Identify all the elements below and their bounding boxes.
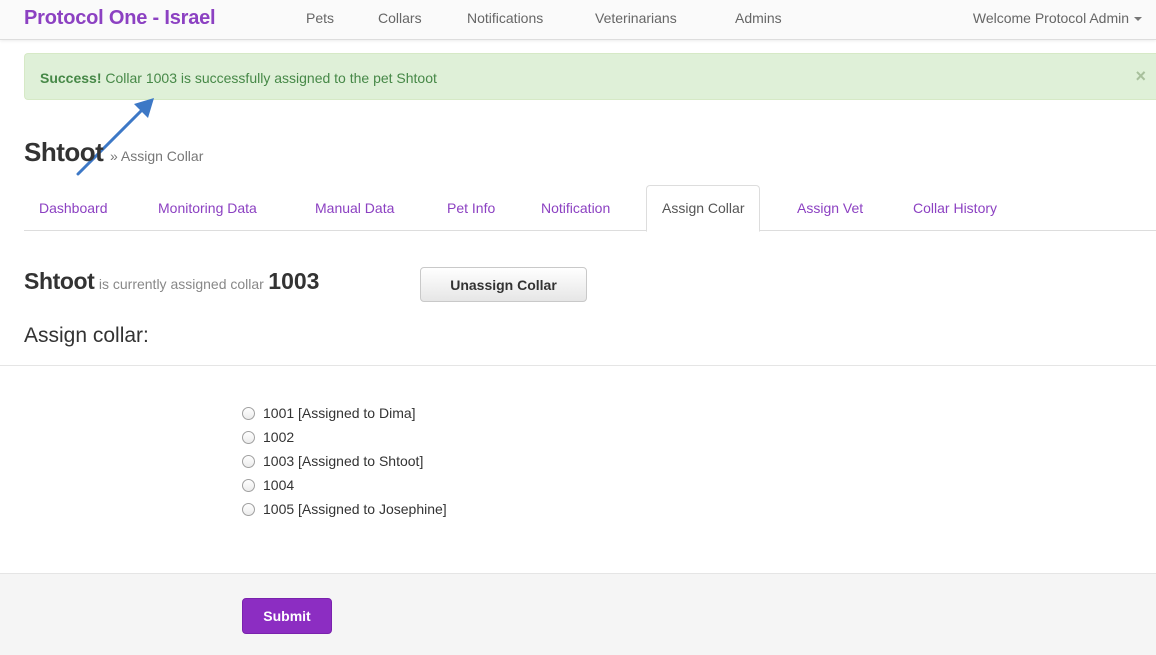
tab-collar-history[interactable]: Collar History: [898, 185, 1012, 231]
alert-message: Collar 1003 is successfully assigned to …: [101, 70, 437, 86]
assigned-pet-name: Shtoot: [24, 268, 95, 294]
collar-option-1001[interactable]: 1001 [Assigned to Dima]: [242, 401, 447, 425]
radio-button[interactable]: [242, 502, 255, 516]
tab-monitoring-data[interactable]: Monitoring Data: [143, 185, 272, 231]
collar-option-1002[interactable]: 1002: [242, 425, 447, 449]
alert-strong: Success!: [40, 70, 102, 86]
page-title: Shtoot » Assign Collar: [24, 139, 203, 166]
nav-link-notifications[interactable]: Notifications: [467, 10, 543, 26]
collar-option-1003[interactable]: 1003 [Assigned to Shtoot]: [242, 449, 447, 473]
tab-pet-info[interactable]: Pet Info: [432, 185, 510, 231]
collar-option-label: 1002: [263, 429, 295, 445]
assigned-collar-number: 1003: [268, 268, 320, 294]
assignment-text: is currently assigned collar: [98, 276, 264, 292]
success-alert: Success! Collar 1003 is successfully ass…: [24, 53, 1156, 100]
unassign-collar-button[interactable]: Unassign Collar: [420, 267, 587, 302]
tab-assign-collar[interactable]: Assign Collar: [646, 185, 761, 232]
caret-down-icon: [1134, 17, 1142, 22]
nav-link-admins[interactable]: Admins: [735, 10, 782, 26]
nav-link-collars[interactable]: Collars: [378, 10, 422, 26]
tab-assign-vet[interactable]: Assign Vet: [782, 185, 878, 231]
collar-option-label: 1003 [Assigned to Shtoot]: [263, 453, 424, 469]
page-subtitle: » Assign Collar: [109, 148, 204, 164]
tab-notification[interactable]: Notification: [526, 185, 625, 231]
collar-option-label: 1004: [263, 477, 295, 493]
radio-button[interactable]: [242, 406, 255, 420]
page-title-pet-name: Shtoot: [24, 137, 104, 167]
assign-collar-heading: Assign collar:: [24, 324, 149, 347]
radio-button[interactable]: [242, 430, 255, 444]
collar-option-1005[interactable]: 1005 [Assigned to Josephine]: [242, 497, 447, 521]
pet-tabs: Dashboard Monitoring Data Manual Data Pe…: [24, 185, 1156, 232]
tab-dashboard[interactable]: Dashboard: [24, 185, 123, 231]
radio-button[interactable]: [242, 454, 255, 468]
close-icon[interactable]: ×: [1135, 67, 1146, 85]
brand-logo[interactable]: Protocol One - Israel: [24, 7, 216, 30]
submit-button[interactable]: Submit: [242, 598, 332, 634]
nav-link-pets[interactable]: Pets: [306, 10, 334, 26]
user-menu-label: Welcome Protocol Admin: [972, 10, 1129, 26]
collar-radio-list: 1001 [Assigned to Dima] 1002 1003 [Assig…: [242, 401, 447, 521]
collar-option-label: 1001 [Assigned to Dima]: [263, 405, 416, 421]
nav-link-veterinarians[interactable]: Veterinarians: [595, 10, 677, 26]
collar-option-label: 1005 [Assigned to Josephine]: [263, 501, 447, 517]
section-divider: [0, 365, 1156, 366]
top-navbar: Protocol One - Israel Pets Collars Notif…: [0, 0, 1156, 40]
radio-button[interactable]: [242, 478, 255, 492]
form-actions: [0, 573, 1156, 655]
current-assignment: Shtoot is currently assigned collar 1003: [24, 270, 319, 293]
user-menu[interactable]: Welcome Protocol Admin: [973, 10, 1142, 26]
tab-manual-data[interactable]: Manual Data: [300, 185, 409, 231]
collar-option-1004[interactable]: 1004: [242, 473, 447, 497]
